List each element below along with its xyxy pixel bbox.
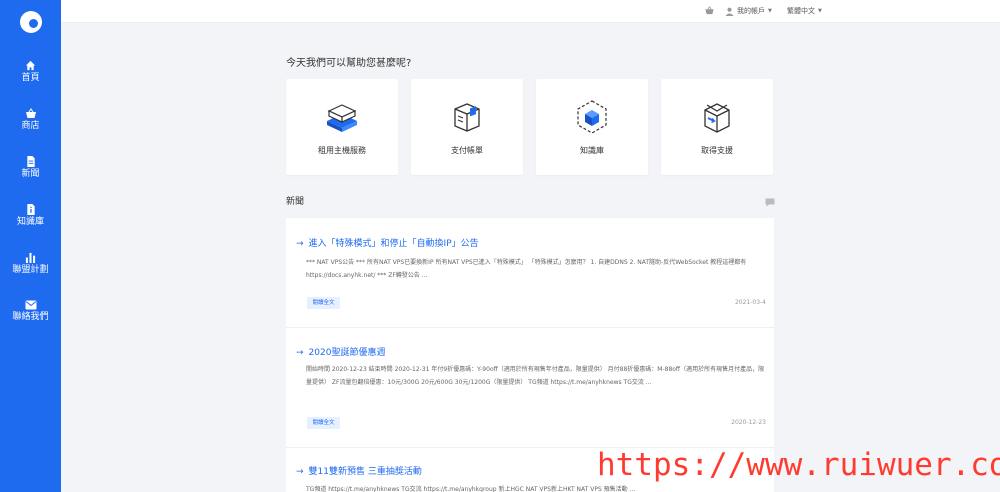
news-excerpt: *** NAT VPS公告 *** 所有NAT VPS已要換新IP 所有NAT … xyxy=(306,259,747,279)
sidebar-item-label: 新聞 xyxy=(21,169,40,179)
logo[interactable] xyxy=(20,11,42,33)
home-icon xyxy=(25,60,36,71)
tile-label: 知識庫 xyxy=(580,146,604,155)
knowledge-cube-icon xyxy=(577,100,607,134)
news-excerpt: 開始時間 2020-12-23 結束時間 2020-12-31 年付9折優惠碼：… xyxy=(306,366,765,386)
sidebar-item-contact[interactable]: 聯絡我們 xyxy=(0,300,61,323)
sidebar-item-label: 首頁 xyxy=(21,73,40,83)
news-title-link[interactable]: → 進入「特殊模式」和停止「自動換IP」公告 xyxy=(296,236,479,249)
rss-icon[interactable] xyxy=(765,192,775,211)
document-icon xyxy=(26,156,35,167)
watermark: https://www.ruiwuer.com xyxy=(597,447,1000,483)
tile-order-hosting[interactable]: 租用主機服務 xyxy=(286,79,398,175)
tile-knowledgebase[interactable]: 知識庫 xyxy=(536,79,648,175)
account-label: 我的帳戶 xyxy=(737,7,765,15)
user-icon xyxy=(725,7,734,16)
news-title-text: 進入「特殊模式」和停止「自動換IP」公告 xyxy=(308,239,479,249)
envelope-icon xyxy=(25,300,36,310)
language-label: 繁體中文 xyxy=(787,7,815,15)
arrow-right-icon: → xyxy=(296,348,304,358)
news-item: → 進入「特殊模式」和停止「自動換IP」公告 *** NAT VPS公告 *** … xyxy=(286,218,774,328)
sidebar-item-knowledgebase[interactable]: 知識庫 xyxy=(0,204,61,228)
sidebar-item-news[interactable]: 新聞 xyxy=(0,156,61,180)
tile-label: 租用主機服務 xyxy=(318,146,366,155)
basket-icon xyxy=(705,6,714,15)
sidebar: 首頁 商店 新聞 知識庫 聯盟計劃 聯絡我們 xyxy=(0,0,61,492)
news-title-text: 2020聖誕節優惠週 xyxy=(308,348,386,358)
language-menu[interactable]: 繁體中文 ▼ xyxy=(787,6,822,16)
news-excerpt: TG頻道 https://t.me/anyhknews TG交流 https:/… xyxy=(306,486,636,492)
read-more-button[interactable]: 閱讀全文 xyxy=(307,417,340,429)
news-date: 2020-12-23 xyxy=(731,419,766,426)
chevron-down-icon: ▼ xyxy=(818,8,822,14)
tile-label: 支付帳單 xyxy=(451,146,483,155)
sidebar-item-home[interactable]: 首頁 xyxy=(0,60,61,84)
top-bar: 我的帳戶 ▼ 繁體中文 ▼ xyxy=(61,0,1000,23)
news-date: 2021-03-4 xyxy=(734,299,766,306)
chevron-down-icon: ▼ xyxy=(768,8,772,14)
sidebar-item-affiliates[interactable]: 聯盟計劃 xyxy=(0,252,61,276)
news-title-text: 雙11雙新預售 三重抽獎活動 xyxy=(308,467,422,477)
support-box-icon xyxy=(704,103,730,133)
arrow-right-icon: → xyxy=(296,467,304,477)
sidebar-item-label: 聯盟計劃 xyxy=(12,265,49,275)
basket-icon xyxy=(25,108,36,118)
payment-box-icon xyxy=(454,103,480,132)
arrow-right-icon: → xyxy=(296,239,304,249)
tile-pay-invoice[interactable]: 支付帳單 xyxy=(411,79,523,175)
news-title-link[interactable]: → 2020聖誕節優惠週 xyxy=(296,345,385,358)
sidebar-item-label: 聯絡我們 xyxy=(12,312,49,322)
sidebar-item-label: 知識庫 xyxy=(16,217,44,227)
bar-chart-icon xyxy=(25,252,36,263)
page-headline: 今天我們可以幫助您甚麼呢? xyxy=(286,58,412,69)
sidebar-item-label: 商店 xyxy=(21,121,40,131)
news-title-link[interactable]: → 雙11雙新預售 三重抽獎活動 xyxy=(296,464,422,477)
cart-button[interactable] xyxy=(704,6,715,15)
server-box-icon xyxy=(327,104,357,132)
sidebar-item-store[interactable]: 商店 xyxy=(0,108,61,132)
news-item: → 2020聖誕節優惠週 開始時間 2020-12-23 結束時間 2020-12… xyxy=(286,327,774,448)
read-more-button[interactable]: 閱讀全文 xyxy=(307,297,340,309)
tile-label: 取得支援 xyxy=(701,146,733,155)
news-heading: 新聞 xyxy=(286,197,305,207)
tile-get-support[interactable]: 取得支援 xyxy=(661,79,773,175)
info-document-icon xyxy=(26,204,35,215)
account-menu[interactable]: 我的帳戶 ▼ xyxy=(725,6,772,16)
